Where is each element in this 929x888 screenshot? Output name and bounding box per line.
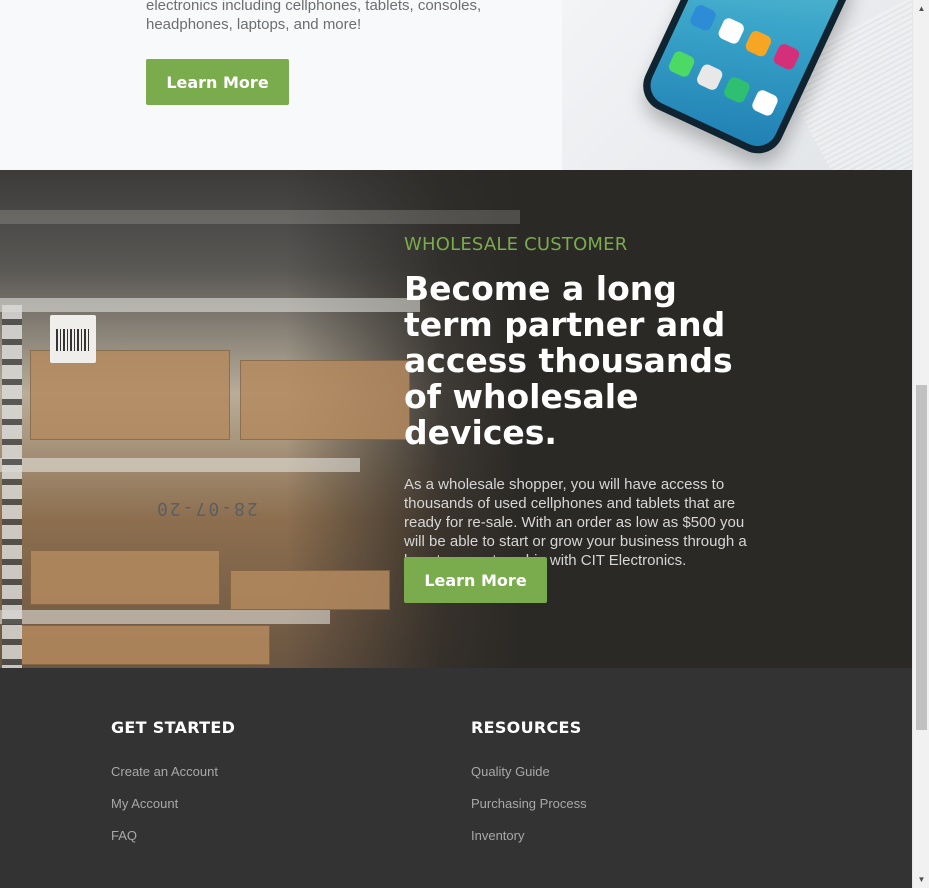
storage-box — [30, 550, 220, 605]
wholesale-eyebrow: WHOLESALE CUSTOMER — [404, 234, 628, 255]
storage-box — [240, 360, 410, 440]
app-icon — [749, 88, 780, 118]
wholesale-headline: Become a long term partner and access th… — [404, 271, 764, 451]
rack-beam — [0, 458, 360, 472]
wholesale-body: As a wholesale shopper, you will have ac… — [404, 476, 747, 569]
app-icon — [743, 29, 774, 59]
footer-column-get-started: GET STARTED Create an Account My Account… — [111, 718, 235, 860]
footer-link-purchasing-process[interactable]: Purchasing Process — [471, 796, 587, 812]
scrollbar-thumb[interactable] — [916, 385, 927, 730]
app-icon — [771, 41, 801, 72]
consumer-section: electronics including cellphones, tablet… — [0, 0, 912, 170]
footer-heading: RESOURCES — [471, 718, 582, 737]
app-icon — [688, 3, 718, 33]
rack-beam — [0, 610, 330, 624]
footer-link-inventory[interactable]: Inventory — [471, 828, 587, 844]
footer-link-my-account[interactable]: My Account — [111, 796, 235, 812]
wholesale-section: 28-07-20 WHOLESALE CUSTOMER Become a lon… — [0, 170, 912, 668]
footer-link-create-account[interactable]: Create an Account — [111, 764, 235, 780]
scroll-up-arrow-icon[interactable]: ▲ — [913, 0, 929, 17]
wholesale-learn-more-button[interactable]: Learn More — [404, 557, 547, 603]
rack-post — [2, 305, 22, 668]
messages-app-icon — [722, 75, 752, 105]
vertical-scrollbar[interactable]: ▲ ▼ — [912, 0, 929, 888]
phone-app-icon — [666, 49, 697, 79]
barcode-label — [50, 315, 96, 363]
scroll-down-arrow-icon[interactable]: ▼ — [913, 871, 929, 888]
footer-link-faq[interactable]: FAQ — [111, 828, 235, 844]
wholesale-content: WHOLESALE CUSTOMER Become a long term pa… — [404, 234, 784, 570]
rack-location-label: 28-07-20 — [155, 498, 258, 519]
chrome-app-icon — [694, 62, 724, 92]
consumer-learn-more-button[interactable]: Learn More — [146, 59, 289, 105]
smartphone-photo — [562, 0, 912, 170]
footer-heading: GET STARTED — [111, 718, 236, 737]
footer-column-resources: RESOURCES Quality Guide Purchasing Proce… — [471, 718, 587, 860]
rack-beam — [0, 298, 420, 312]
storage-box — [20, 625, 270, 665]
storage-box — [30, 350, 230, 440]
consumer-description: electronics including cellphones, tablet… — [146, 0, 482, 33]
footer-link-quality-guide[interactable]: Quality Guide — [471, 764, 587, 780]
footer: GET STARTED Create an Account My Account… — [0, 668, 912, 888]
storage-box — [230, 570, 390, 610]
ceiling-beam — [0, 210, 520, 224]
app-icon — [716, 16, 746, 46]
headline-bold: Become a long term partner — [404, 269, 677, 344]
